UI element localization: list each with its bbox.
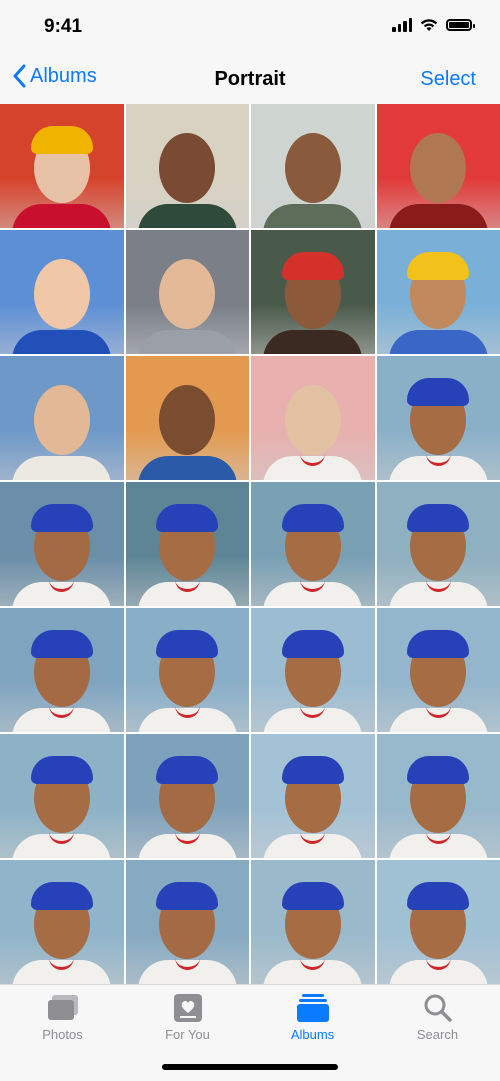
photo-thumbnail[interactable] [251,356,375,480]
for-you-icon [173,993,203,1023]
tab-albums-label: Albums [250,1027,375,1042]
photo-thumbnail[interactable] [0,356,124,480]
photo-thumbnail[interactable] [251,104,375,228]
status-bar: 9:41 [0,0,500,56]
photo-thumbnail[interactable] [377,734,500,858]
photo-thumbnail[interactable] [251,230,375,354]
photo-thumbnail[interactable] [126,482,250,606]
tab-for-you[interactable]: For You [125,991,250,1051]
photo-thumbnail[interactable] [251,482,375,606]
wifi-icon [420,18,438,32]
select-button[interactable]: Select [420,68,476,91]
status-time: 9:41 [44,16,82,38]
cellular-signal-icon [392,18,412,32]
photo-thumbnail[interactable] [377,230,500,354]
photo-thumbnail[interactable] [377,104,500,228]
photo-thumbnail[interactable] [126,230,250,354]
photo-thumbnail[interactable] [0,230,124,354]
photo-thumbnail[interactable] [377,860,500,984]
photo-thumbnail[interactable] [377,608,500,732]
tab-search[interactable]: Search [375,991,500,1051]
photo-thumbnail[interactable] [0,860,124,984]
photo-thumbnail[interactable] [0,482,124,606]
photo-thumbnail[interactable] [251,734,375,858]
photo-thumbnail[interactable] [0,608,124,732]
photo-thumbnail[interactable] [0,734,124,858]
tab-search-label: Search [375,1027,500,1042]
tab-albums[interactable]: Albums [250,991,375,1051]
tab-photos-label: Photos [0,1027,125,1042]
photo-thumbnail[interactable] [126,734,250,858]
photo-thumbnail[interactable] [126,860,250,984]
status-icons [392,18,472,32]
photos-icon [46,994,80,1022]
search-icon [423,993,453,1023]
photo-thumbnail[interactable] [0,104,124,228]
photo-grid [0,104,500,984]
photo-thumbnail[interactable] [251,860,375,984]
photo-thumbnail[interactable] [377,356,500,480]
tab-photos[interactable]: Photos [0,991,125,1051]
photo-thumbnail[interactable] [251,608,375,732]
albums-icon [296,993,330,1023]
photo-thumbnail[interactable] [377,482,500,606]
photo-thumbnail[interactable] [126,104,250,228]
photo-thumbnail[interactable] [126,356,250,480]
battery-icon [446,19,472,31]
tab-for-you-label: For You [125,1027,250,1042]
home-indicator [162,1064,338,1070]
photo-thumbnail[interactable] [126,608,250,732]
navigation-bar: Albums Portrait Select [0,56,500,104]
